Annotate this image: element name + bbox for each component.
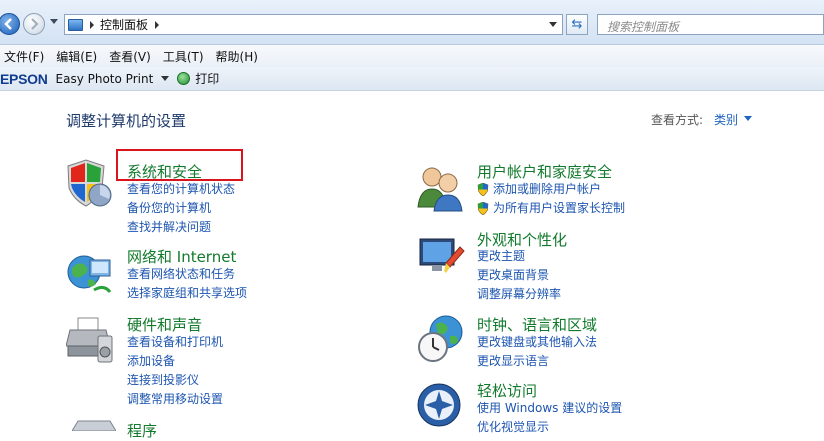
highlight-annotation-box bbox=[116, 149, 243, 181]
link-backup-computer[interactable]: 备份您的计算机 bbox=[127, 199, 235, 218]
forward-button[interactable] bbox=[23, 13, 45, 35]
address-field[interactable]: 控制面板 bbox=[64, 14, 563, 35]
category-links-clock-region: 更改键盘或其他输入法 更改显示语言 bbox=[477, 333, 597, 371]
breadcrumb-chevron-icon[interactable] bbox=[90, 20, 94, 29]
menu-file[interactable]: 文件(F) bbox=[4, 48, 44, 65]
category-links-network-internet: 查看网络状态和任务 选择家庭组和共享选项 bbox=[127, 265, 247, 303]
menu-bar: 文件(F) 编辑(E) 查看(V) 工具(T) 帮助(H) bbox=[0, 45, 824, 67]
link-homegroup-sharing[interactable]: 选择家庭组和共享选项 bbox=[127, 284, 247, 303]
ease-of-access-icon[interactable] bbox=[416, 382, 466, 432]
easy-photo-print-button[interactable]: Easy Photo Print bbox=[56, 72, 154, 86]
refresh-button[interactable]: ⇆ bbox=[566, 14, 588, 35]
menu-view[interactable]: 查看(V) bbox=[109, 48, 151, 65]
category-title-user-accounts[interactable]: 用户帐户和家庭安全 bbox=[477, 161, 612, 182]
refresh-icon: ⇆ bbox=[571, 17, 583, 32]
link-display-language[interactable]: 更改显示语言 bbox=[477, 352, 597, 371]
category-title-programs[interactable]: 程序 bbox=[127, 420, 157, 441]
breadcrumb-control-panel[interactable]: 控制面板 bbox=[100, 16, 148, 33]
category-title-ease-of-access[interactable]: 轻松访问 bbox=[477, 380, 537, 401]
link-add-device[interactable]: 添加设备 bbox=[127, 352, 223, 371]
menu-tools[interactable]: 工具(T) bbox=[163, 48, 204, 65]
link-add-remove-accounts[interactable]: 添加或删除用户帐户 bbox=[477, 180, 625, 199]
appearance-monitor-icon[interactable] bbox=[416, 233, 466, 283]
category-links-hardware-sound: 查看设备和打印机 添加设备 连接到投影仪 调整常用移动设置 bbox=[127, 333, 223, 409]
link-optimize-visual-display[interactable]: 优化视觉显示 bbox=[477, 418, 622, 437]
link-connect-projector[interactable]: 连接到投影仪 bbox=[127, 371, 223, 390]
category-links-appearance: 更改主题 更改桌面背景 调整屏幕分辨率 bbox=[477, 247, 561, 304]
print-button[interactable]: 打印 bbox=[195, 70, 219, 87]
arrow-left-icon bbox=[4, 18, 12, 30]
printer-icon[interactable] bbox=[66, 316, 116, 366]
link-label: 为所有用户设置家长控制 bbox=[493, 201, 626, 215]
link-change-theme[interactable]: 更改主题 bbox=[477, 247, 561, 266]
view-by-select[interactable]: 类别 bbox=[714, 111, 738, 128]
recent-pages-dropdown[interactable] bbox=[50, 19, 58, 24]
menu-help[interactable]: 帮助(H) bbox=[216, 48, 258, 65]
link-network-status[interactable]: 查看网络状态和任务 bbox=[127, 265, 247, 284]
address-bar: 控制面板 ⇆ 搜索控制面板 bbox=[0, 0, 824, 45]
link-parental-controls[interactable]: 为所有用户设置家长控制 bbox=[477, 199, 625, 218]
back-button[interactable] bbox=[0, 13, 20, 35]
category-links-system-security: 查看您的计算机状态 备份您的计算机 查找并解决问题 bbox=[127, 180, 235, 237]
category-links-ease-of-access: 使用 Windows 建议的设置 优化视觉显示 bbox=[477, 399, 622, 437]
link-mobility-settings[interactable]: 调整常用移动设置 bbox=[127, 390, 223, 409]
link-view-computer-status[interactable]: 查看您的计算机状态 bbox=[127, 180, 235, 199]
link-troubleshoot[interactable]: 查找并解决问题 bbox=[127, 218, 235, 237]
shield-icon[interactable] bbox=[64, 158, 114, 208]
link-label: 添加或删除用户帐户 bbox=[493, 182, 602, 196]
uac-shield-icon bbox=[477, 183, 489, 196]
category-programs bbox=[71, 419, 117, 434]
search-input[interactable]: 搜索控制面板 bbox=[597, 14, 824, 35]
category-title-hardware-sound[interactable]: 硬件和声音 bbox=[127, 314, 202, 335]
category-title-clock-region[interactable]: 时钟、语言和区域 bbox=[477, 314, 597, 335]
link-desktop-background[interactable]: 更改桌面背景 bbox=[477, 266, 561, 285]
page-title: 调整计算机的设置 bbox=[66, 112, 187, 130]
users-icon[interactable] bbox=[416, 163, 466, 213]
link-change-input-method[interactable]: 更改键盘或其他输入法 bbox=[477, 333, 597, 352]
epson-logo: EPSON bbox=[0, 70, 48, 87]
breadcrumb-chevron-icon[interactable] bbox=[155, 20, 160, 29]
clock-globe-icon[interactable] bbox=[416, 314, 466, 364]
address-history-dropdown[interactable] bbox=[549, 22, 557, 27]
link-windows-recommended-settings[interactable]: 使用 Windows 建议的设置 bbox=[477, 399, 622, 418]
category-links-user-accounts: 添加或删除用户帐户 为所有用户设置家长控制 bbox=[477, 180, 625, 218]
link-screen-resolution[interactable]: 调整屏幕分辨率 bbox=[477, 285, 561, 304]
category-title-network-internet[interactable]: 网络和 Internet bbox=[127, 246, 236, 267]
programs-icon[interactable] bbox=[71, 419, 117, 432]
arrow-right-icon bbox=[31, 18, 39, 30]
network-globe-icon[interactable] bbox=[66, 250, 116, 300]
print-icon[interactable] bbox=[177, 72, 191, 85]
easy-photo-print-dropdown[interactable] bbox=[161, 76, 170, 81]
link-devices-printers[interactable]: 查看设备和打印机 bbox=[127, 333, 223, 352]
epson-toolbar: EPSON Easy Photo Print 打印 bbox=[0, 67, 824, 91]
view-by-label: 查看方式: bbox=[651, 113, 704, 127]
control-panel-icon bbox=[68, 18, 83, 31]
uac-shield-icon bbox=[477, 202, 489, 215]
menu-edit[interactable]: 编辑(E) bbox=[56, 48, 97, 65]
view-by-dropdown-icon[interactable] bbox=[744, 116, 752, 121]
